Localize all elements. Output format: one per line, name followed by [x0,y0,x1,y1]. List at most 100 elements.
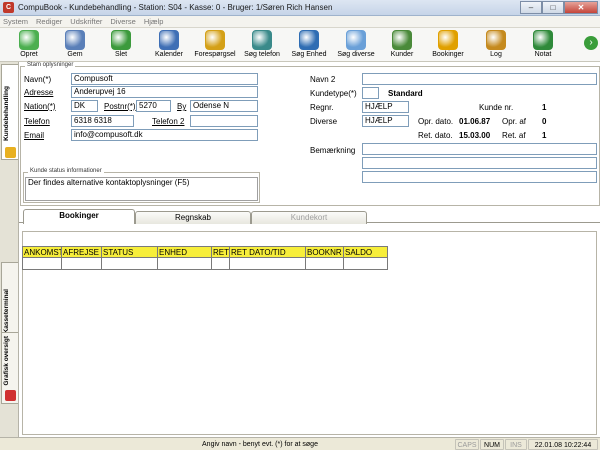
soeg-telefon-label: Søg telefon [244,51,280,58]
kunde-status-text: Der findes alternative kontaktoplysninge… [25,177,258,201]
close-button[interactable]: ✕ [564,1,598,14]
notat-label: Notat [534,51,552,58]
table-cell[interactable] [102,258,158,270]
bemaerkning-field-2[interactable] [362,157,597,169]
tab-strip: Bookinger Regnskab Kundekort [19,209,600,224]
regnr-label: Regnr. [310,103,334,112]
ret-af-value: 1 [542,131,547,140]
save-person-icon [65,30,85,50]
kundenr-label: Kunde nr. [479,103,514,112]
column-header-booknr[interactable]: BOOKNR [306,246,344,258]
telefon-field[interactable]: 6318 6318 [71,115,134,127]
table-cell[interactable] [344,258,388,270]
menu-diverse[interactable]: Diverse [110,17,135,26]
window-title: CompuBook - Kundebehandling - Station: S… [18,3,333,12]
email-field[interactable]: info@compusoft.dk [71,129,258,141]
navn-field[interactable]: Compusoft [71,73,258,85]
column-header-ret-dato-tid[interactable]: RET DATO/TID [230,246,306,258]
next-arrow-icon[interactable]: › [584,36,598,50]
adresse-field[interactable]: Anderupvej 16 [71,86,258,98]
search-unit-icon [299,30,319,50]
diverse-label: Diverse [310,117,338,126]
customers-icon [392,30,412,50]
menu-bar: System Rediger Udskrifter Diverse Hjælp [0,16,600,28]
navn2-field[interactable] [362,73,597,85]
customer-flag-icon [5,147,16,158]
column-header-afrejse[interactable]: AFREJSE [62,246,102,258]
postnr-label: Postnr(*) [104,102,136,111]
menu-udskrifter[interactable]: Udskrifter [70,17,102,26]
table-header-row: ANKOMST AFREJSE STATUS ENHED RET RET DAT… [22,246,388,258]
nation-label: Nation(*) [24,102,56,111]
log-label: Log [490,51,502,58]
ret-dato-label: Ret. dato. [418,131,453,140]
slet-button[interactable]: Slet [98,30,144,62]
status-hint: Angiv navn - benyt evt. (*) for at søge [202,441,318,448]
kundetype-value: Standard [388,89,423,98]
tab-kundekort: Kundekort [251,211,367,224]
bemaerkning-field-1[interactable] [362,143,597,155]
by-field[interactable]: Odense N [190,100,258,112]
by-label: By [177,102,187,111]
tab-regnskab[interactable]: Regnskab [135,211,251,224]
minimize-button[interactable]: – [520,1,542,14]
slet-label: Slet [114,51,128,58]
soeg-diverse-button[interactable]: Søg diverse [333,30,379,62]
kalender-label: Kalender [154,51,184,58]
status-bar: Angiv navn - benyt evt. (*) for at søge … [0,437,600,450]
column-header-status[interactable]: STATUS [102,246,158,258]
ins-indicator: INS [505,439,527,450]
kalender-button[interactable]: Kalender [146,30,192,62]
notat-button[interactable]: Notat [520,30,566,62]
gem-button[interactable]: Gem [52,30,98,62]
telefon2-field[interactable] [190,115,258,127]
column-header-ankomst[interactable]: ANKOMST [22,246,62,258]
postnr-field[interactable]: 5270 [136,100,171,112]
column-header-saldo[interactable]: SALDO [344,246,388,258]
opr-af-label: Opr. af [502,117,527,126]
navn2-label: Navn 2 [310,75,336,84]
menu-rediger[interactable]: Rediger [36,17,62,26]
bookinger-button[interactable]: Bookinger [425,30,471,62]
diverse-field[interactable]: HJÆLP [362,115,409,127]
question-icon [205,30,225,50]
forespoergsel-button[interactable]: Forespørgsel [192,30,238,62]
table-cell[interactable] [212,258,230,270]
stam-group-label: Stam oplysninger [25,62,76,68]
bookings-table[interactable]: ANKOMST AFREJSE STATUS ENHED RET RET DAT… [22,246,388,270]
table-cell[interactable] [230,258,306,270]
tab-bookinger[interactable]: Bookinger [23,209,135,224]
app-logo-icon: C [3,2,14,13]
forespoergsel-label: Forespørgsel [194,51,236,58]
side-tab-kundebehandling[interactable]: Kundebehandling [1,64,18,160]
soeg-telefon-button[interactable]: Søg telefon [239,30,285,62]
kundetype-field[interactable] [362,87,379,99]
table-cell[interactable] [22,258,62,270]
table-cell[interactable] [158,258,212,270]
gem-label: Gem [67,51,83,58]
table-cell[interactable] [62,258,102,270]
opr-dato-value: 01.06.87 [459,117,491,126]
table-cell[interactable] [306,258,344,270]
opret-button[interactable]: Opret [6,30,52,62]
email-label: Email [24,131,45,140]
telefon2-label: Telefon 2 [152,117,185,126]
side-tab-grafisk-oversigt[interactable]: Grafisk oversigt [1,332,18,404]
menu-system[interactable]: System [3,17,28,26]
opr-dato-label: Opr. dato. [418,117,454,126]
soeg-enhed-button[interactable]: Søg Enhed [286,30,332,62]
log-button[interactable]: Log [473,30,519,62]
nation-field[interactable]: DK [71,100,98,112]
table-row[interactable] [22,258,388,270]
maximize-button[interactable]: □ [542,1,564,14]
status-datetime: 22.01.08 10:22:44 [528,439,598,450]
column-header-ret[interactable]: RET [212,246,230,258]
opr-af-value: 0 [542,117,547,126]
kunder-label: Kunder [390,51,414,58]
bemaerkning-field-3[interactable] [362,171,597,183]
bookinger-label: Bookinger [432,51,464,58]
menu-hjaelp[interactable]: Hjælp [144,17,164,26]
kunder-button[interactable]: Kunder [379,30,425,62]
column-header-enhed[interactable]: ENHED [158,246,212,258]
regnr-field[interactable]: HJÆLP [362,101,409,113]
